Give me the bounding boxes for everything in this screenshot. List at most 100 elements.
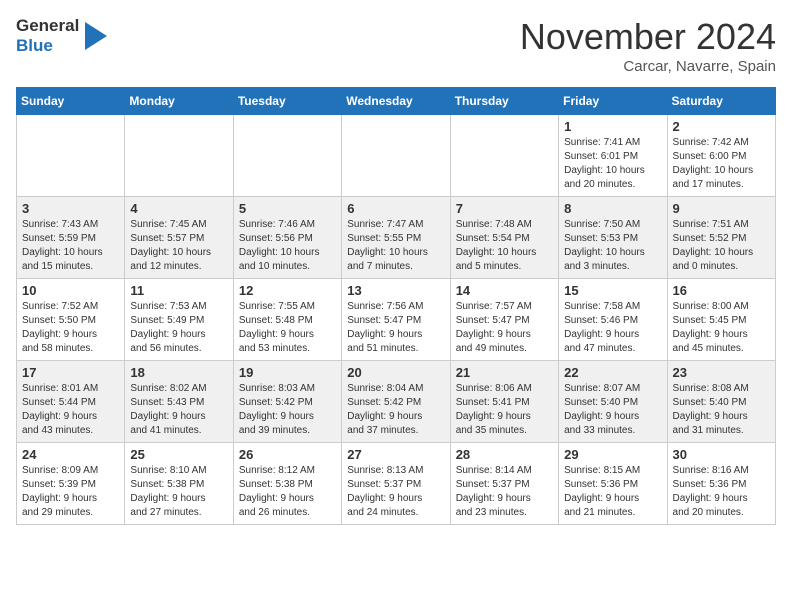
- calendar-cell: 15Sunrise: 7:58 AMSunset: 5:46 PMDayligh…: [559, 279, 667, 361]
- day-info-line: Sunset: 5:56 PM: [239, 232, 336, 246]
- day-info-line: Sunrise: 7:56 AM: [347, 300, 444, 314]
- day-info-line: Daylight: 9 hours: [673, 328, 770, 342]
- day-number: 2: [673, 119, 770, 134]
- day-info-line: and 31 minutes.: [673, 424, 770, 438]
- day-info-line: Sunrise: 8:07 AM: [564, 382, 661, 396]
- calendar-cell: 20Sunrise: 8:04 AMSunset: 5:42 PMDayligh…: [342, 361, 450, 443]
- day-info-line: and 12 minutes.: [130, 260, 227, 274]
- day-info-line: Daylight: 9 hours: [22, 492, 119, 506]
- day-info-line: and 56 minutes.: [130, 342, 227, 356]
- calendar-cell: 16Sunrise: 8:00 AMSunset: 5:45 PMDayligh…: [667, 279, 775, 361]
- calendar-cell: 24Sunrise: 8:09 AMSunset: 5:39 PMDayligh…: [17, 443, 125, 525]
- day-number: 14: [456, 283, 553, 298]
- day-info-line: Daylight: 10 hours: [22, 246, 119, 260]
- day-info-line: and 0 minutes.: [673, 260, 770, 274]
- page-header: General Blue November 2024 Carcar, Navar…: [16, 16, 776, 75]
- calendar-cell: 22Sunrise: 8:07 AMSunset: 5:40 PMDayligh…: [559, 361, 667, 443]
- calendar-cell: [450, 115, 558, 197]
- day-info-line: and 29 minutes.: [22, 506, 119, 520]
- calendar-cell: 28 Sunrise: 8:14 AMSunset: 5:37 PMDayligh…: [450, 443, 558, 525]
- day-info-line: Sunrise: 7:47 AM: [347, 218, 444, 232]
- day-info-line: and 53 minutes.: [239, 342, 336, 356]
- day-header-wednesday: Wednesday: [342, 88, 450, 115]
- logo-general: General: [16, 16, 79, 36]
- day-info-line: Sunset: 5:57 PM: [130, 232, 227, 246]
- title-section: November 2024 Carcar, Navarre, Spain: [520, 16, 776, 75]
- day-info-line: Sunrise: 7:45 AM: [130, 218, 227, 232]
- day-info-line: Sunset: 5:48 PM: [239, 314, 336, 328]
- day-header-friday: Friday: [559, 88, 667, 115]
- day-number: 12: [239, 283, 336, 298]
- day-info-line: Sunset: 5:39 PM: [22, 478, 119, 492]
- calendar-cell: 21Sunrise: 8:06 AMSunset: 5:41 PMDayligh…: [450, 361, 558, 443]
- day-info-line: Daylight: 9 hours: [673, 410, 770, 424]
- day-number: 3: [22, 201, 119, 216]
- day-number: 17: [22, 365, 119, 380]
- day-info-line: and 7 minutes.: [347, 260, 444, 274]
- day-number: 1: [564, 119, 661, 134]
- location: Carcar, Navarre, Spain: [520, 58, 776, 75]
- day-info-line: Daylight: 9 hours: [130, 410, 227, 424]
- calendar-week-4: 17Sunrise: 8:01 AMSunset: 5:44 PMDayligh…: [17, 361, 776, 443]
- day-number: 5: [239, 201, 336, 216]
- day-info-line: and 49 minutes.: [456, 342, 553, 356]
- month-title: November 2024: [520, 16, 776, 58]
- logo-blue: Blue: [16, 36, 79, 56]
- calendar-cell: [17, 115, 125, 197]
- day-header-sunday: Sunday: [17, 88, 125, 115]
- day-info-line: Daylight: 9 hours: [347, 492, 444, 506]
- calendar-cell: 11Sunrise: 7:53 AMSunset: 5:49 PMDayligh…: [125, 279, 233, 361]
- day-info-line: Sunset: 5:59 PM: [22, 232, 119, 246]
- calendar-cell: 26Sunrise: 8:12 AMSunset: 5:38 PMDayligh…: [233, 443, 341, 525]
- calendar-cell: 7Sunrise: 7:48 AMSunset: 5:54 PMDaylight…: [450, 197, 558, 279]
- day-info-line: Sunrise: 8:01 AM: [22, 382, 119, 396]
- day-info-line: and 58 minutes.: [22, 342, 119, 356]
- day-info-line: Sunset: 6:00 PM: [673, 150, 770, 164]
- day-info-line: Sunrise: 7:55 AM: [239, 300, 336, 314]
- day-info-line: and 41 minutes.: [130, 424, 227, 438]
- calendar-header-row: SundayMondayTuesdayWednesdayThursdayFrid…: [17, 88, 776, 115]
- day-info-line: Sunset: 5:38 PM: [239, 478, 336, 492]
- day-info-line: Sunset: 5:50 PM: [22, 314, 119, 328]
- day-info-line: Sunset: 5:46 PM: [564, 314, 661, 328]
- day-info-line: Sunset: 5:54 PM: [456, 232, 553, 246]
- day-info-line: and 39 minutes.: [239, 424, 336, 438]
- calendar-cell: 1Sunrise: 7:41 AMSunset: 6:01 PMDaylight…: [559, 115, 667, 197]
- day-header-thursday: Thursday: [450, 88, 558, 115]
- day-info-line: Sunset: 5:53 PM: [564, 232, 661, 246]
- day-number: 22: [564, 365, 661, 380]
- day-number: 4: [130, 201, 227, 216]
- day-info-line: Sunset: 5:49 PM: [130, 314, 227, 328]
- day-info-line: Sunrise: 8:16 AM: [673, 464, 770, 478]
- day-info-line: and 35 minutes.: [456, 424, 553, 438]
- day-info-line: Sunset: 5:37 PM: [347, 478, 444, 492]
- day-info-line: Sunrise: 8:14 AM: [456, 464, 553, 478]
- day-info-line: Daylight: 10 hours: [347, 246, 444, 260]
- day-info-line: and 20 minutes.: [564, 178, 661, 192]
- day-info-line: and 33 minutes.: [564, 424, 661, 438]
- logo: General Blue: [16, 16, 107, 55]
- day-info-line: and 26 minutes.: [239, 506, 336, 520]
- calendar-cell: [342, 115, 450, 197]
- day-info-line: Daylight: 9 hours: [564, 410, 661, 424]
- day-info-line: Sunrise: 7:52 AM: [22, 300, 119, 314]
- day-info-line: Sunset: 5:47 PM: [456, 314, 553, 328]
- day-header-saturday: Saturday: [667, 88, 775, 115]
- day-info-line: and 21 minutes.: [564, 506, 661, 520]
- day-number: 28: [456, 447, 553, 462]
- calendar-cell: 19Sunrise: 8:03 AMSunset: 5:42 PMDayligh…: [233, 361, 341, 443]
- day-info-line: Sunrise: 8:09 AM: [22, 464, 119, 478]
- day-info-line: Daylight: 9 hours: [456, 492, 553, 506]
- day-info-line: Sunrise: 7:46 AM: [239, 218, 336, 232]
- day-info-line: Daylight: 9 hours: [564, 328, 661, 342]
- day-info-line: and 27 minutes.: [130, 506, 227, 520]
- day-info-line: Sunset: 5:42 PM: [347, 396, 444, 410]
- calendar-cell: 9Sunrise: 7:51 AMSunset: 5:52 PMDaylight…: [667, 197, 775, 279]
- day-number: 10: [22, 283, 119, 298]
- day-info-line: Sunrise: 7:57 AM: [456, 300, 553, 314]
- day-info-line: Sunrise: 8:03 AM: [239, 382, 336, 396]
- calendar-week-1: 1Sunrise: 7:41 AMSunset: 6:01 PMDaylight…: [17, 115, 776, 197]
- day-info-line: Sunset: 6:01 PM: [564, 150, 661, 164]
- calendar-cell: 23Sunrise: 8:08 AMSunset: 5:40 PMDayligh…: [667, 361, 775, 443]
- day-info-line: Sunset: 5:37 PM: [456, 478, 553, 492]
